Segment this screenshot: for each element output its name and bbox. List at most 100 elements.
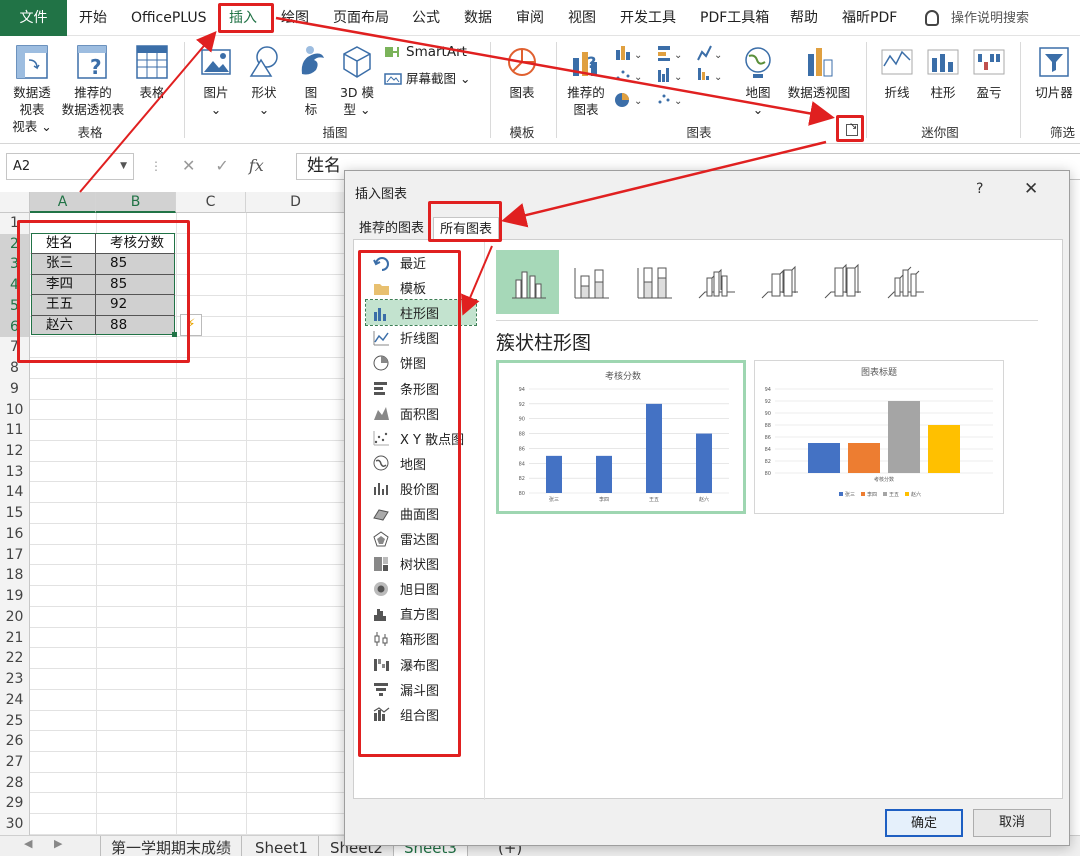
tab-file[interactable]: 文件 (0, 0, 67, 36)
tab-draw[interactable]: 绘图 (281, 0, 309, 36)
subtype-stacked-column[interactable] (559, 250, 622, 314)
cell-b2[interactable]: 考核分数 (96, 233, 164, 253)
template-chart-button[interactable]: 图表 (500, 44, 544, 101)
row-header-5[interactable]: 5 (0, 295, 30, 317)
charts-dialog-launcher-icon[interactable]: ↘ (846, 121, 858, 136)
cell-b6[interactable]: 88 (96, 315, 127, 335)
cell-a2[interactable]: 姓名 (32, 233, 73, 253)
3d-model-button[interactable]: 3D 模型 ⌄ (336, 44, 378, 118)
row-header-21[interactable]: 21 (0, 627, 30, 649)
shapes-button[interactable]: 形状 ⌄ (244, 44, 284, 118)
column-header-a[interactable]: A (30, 192, 96, 213)
chart-type-item[interactable]: 股价图 (366, 476, 476, 501)
row-header-20[interactable]: 20 (0, 606, 30, 628)
sparkline-line-button[interactable]: 折线 (876, 44, 918, 101)
tab-formulas[interactable]: 公式 (412, 0, 440, 36)
row-header-10[interactable]: 10 (0, 399, 30, 421)
recommended-charts-button[interactable]: ? 推荐的 图表 (564, 44, 608, 118)
cell-a6[interactable]: 赵六 (32, 315, 73, 335)
recommended-pivot-button[interactable]: ? 推荐的 数据透视表 (58, 44, 128, 118)
chart-type-item[interactable]: 模板 (366, 275, 476, 300)
chart-type-item[interactable]: 箱形图 (366, 626, 476, 651)
tell-me-search[interactable]: 操作说明搜索 (925, 0, 1029, 36)
scroll-right-icon[interactable]: ▶ (54, 837, 62, 850)
sheet-tab-sheet1[interactable]: Sheet1 (245, 836, 319, 856)
row-header-11[interactable]: 11 (0, 420, 30, 442)
row-header-29[interactable]: 29 (0, 793, 30, 815)
chart-type-item[interactable]: 直方图 (366, 601, 476, 626)
table-button[interactable]: 表格 (132, 44, 172, 101)
tab-insert[interactable]: 插入 (229, 0, 257, 36)
row-header-26[interactable]: 26 (0, 731, 30, 752)
screenshot-button[interactable]: 屏幕截图 ⌄ (384, 68, 470, 87)
row-header-25[interactable]: 25 (0, 710, 30, 732)
chart-type-item[interactable]: 饼图 (366, 350, 476, 375)
tab-review[interactable]: 审阅 (516, 0, 544, 36)
row-header-3[interactable]: 3 (0, 254, 30, 276)
sparkline-column-button[interactable]: 柱形 (922, 44, 964, 101)
chart-type-item[interactable]: 雷达图 (366, 526, 476, 551)
confirm-entry-icon[interactable]: ✓ (215, 156, 228, 175)
pictures-button[interactable]: 图片 ⌄ (196, 44, 236, 118)
row-header-14[interactable]: 14 (0, 482, 30, 504)
name-box[interactable]: A2 ▼ (6, 153, 134, 180)
ok-button[interactable]: 确定 (885, 809, 963, 837)
chart-type-item[interactable]: X Y 散点图 (366, 426, 476, 451)
column-header-c[interactable]: C (176, 192, 246, 213)
row-header-13[interactable]: 13 (0, 461, 30, 483)
subtype-3d-stacked-column[interactable] (748, 250, 811, 314)
tab-view[interactable]: 视图 (568, 0, 596, 36)
pivot-chart-button[interactable]: 数据透视图 ⌄ (782, 44, 856, 118)
smartart-button[interactable]: SmartArt (384, 44, 467, 60)
close-icon[interactable]: ✕ (1024, 179, 1038, 199)
row-header-30[interactable]: 30 (0, 814, 30, 835)
row-header-19[interactable]: 19 (0, 586, 30, 607)
row-header-9[interactable]: 9 (0, 378, 30, 400)
pivot-table-button[interactable]: 数据透视表 视表 ⌄ (8, 44, 56, 135)
cell-b4[interactable]: 85 (96, 274, 127, 294)
tab-help[interactable]: 帮助 (790, 0, 818, 36)
row-header-4[interactable]: 4 (0, 275, 30, 296)
row-header-28[interactable]: 28 (0, 772, 30, 794)
tab-page-layout[interactable]: 页面布局 (333, 0, 389, 36)
row-header-16[interactable]: 16 (0, 523, 30, 545)
row-header-2[interactable]: 2 (0, 233, 30, 255)
chart-type-item[interactable]: 组合图 (366, 702, 476, 727)
tab-recommended-charts[interactable]: 推荐的图表 (359, 217, 424, 241)
chart-type-item[interactable]: 面积图 (366, 401, 476, 426)
subtype-3d-column[interactable] (874, 250, 937, 314)
chart-type-item[interactable]: 曲面图 (366, 501, 476, 526)
chart-preview-1[interactable]: 考核分数 94 92 90 88 86 84 82 80 张三 李四 王五 赵六 (496, 360, 746, 514)
subtype-3d-clustered-column[interactable] (685, 250, 748, 314)
chart-type-item[interactable]: 柱形图 (365, 299, 477, 327)
insert-function-icon[interactable]: fx (249, 156, 264, 175)
chart-type-item[interactable]: 最近 (366, 250, 476, 275)
cell-b3[interactable]: 85 (96, 253, 127, 273)
chart-type-item[interactable]: 折线图 (366, 325, 476, 350)
column-header-d[interactable]: D (246, 192, 346, 213)
cancel-entry-icon[interactable]: ✕ (182, 156, 195, 175)
tab-all-charts[interactable]: 所有图表 (433, 217, 500, 241)
cancel-button[interactable]: 取消 (973, 809, 1051, 837)
row-header-1[interactable]: 1 (0, 213, 30, 234)
row-header-6[interactable]: 6 (0, 316, 30, 338)
sheet-tab-final-grades[interactable]: 第一学期期末成绩 (100, 836, 243, 856)
maps-button[interactable]: 地图 ⌄ (738, 44, 778, 118)
select-all-corner[interactable] (0, 192, 30, 213)
subtype-3d-100-stacked-column[interactable] (811, 250, 874, 314)
tab-foxit-pdf[interactable]: 福昕PDF (842, 0, 897, 36)
row-header-24[interactable]: 24 (0, 689, 30, 711)
slicer-button[interactable]: 切片器 (1030, 44, 1078, 101)
row-header-23[interactable]: 23 (0, 669, 30, 690)
row-header-7[interactable]: 7 (0, 337, 30, 359)
row-header-12[interactable]: 12 (0, 441, 30, 462)
row-header-27[interactable]: 27 (0, 751, 30, 773)
chart-type-item[interactable]: 旭日图 (366, 576, 476, 601)
cell-b5[interactable]: 92 (96, 294, 127, 314)
tab-developer[interactable]: 开发工具 (620, 0, 676, 36)
chart-preview-2[interactable]: 图表标题 94 92 90 88 86 84 82 80 考核分数 张三 李四 王五 赵六 (754, 360, 1004, 514)
column-header-b[interactable]: B (96, 192, 176, 213)
cell-a4[interactable]: 李四 (32, 274, 73, 294)
tab-home[interactable]: 开始 (79, 0, 107, 36)
scroll-left-icon[interactable]: ◀ (24, 837, 32, 850)
